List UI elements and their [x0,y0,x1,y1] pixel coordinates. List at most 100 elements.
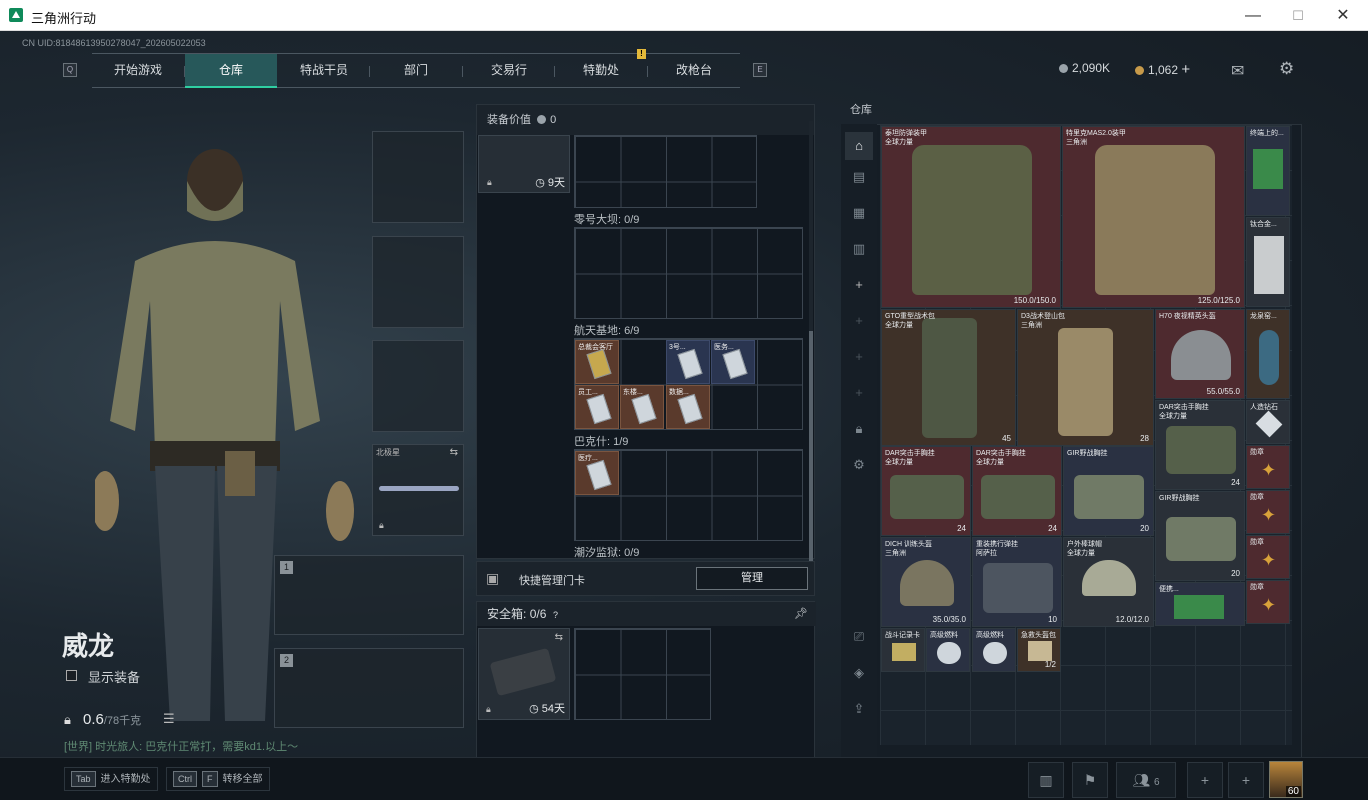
player-avatar[interactable]: 60 [1269,761,1303,798]
keycard-grid-1[interactable] [574,135,757,208]
warehouse-item[interactable]: D3战术登山包 三角洲 28 [1017,309,1154,446]
close-button[interactable]: ✕ [1320,0,1366,31]
keycard-case[interactable]: 🔒︎ ◷ 9天 [478,135,570,193]
keycard-item[interactable]: 医疗... [575,451,619,495]
warehouse-item[interactable]: DAR突击手胸挂 全球力量 24 [1155,400,1245,490]
tab-department[interactable]: 部门 [370,54,462,88]
show-equip-checkbox[interactable] [66,670,77,681]
warehouse-item[interactable]: 人造钻石 [1246,400,1290,444]
warehouse-item[interactable]: DAR突击手胸挂 全球力量 24 [972,446,1062,536]
add-tab-icon[interactable]: + [850,348,868,366]
warehouse-item[interactable]: DAR突击手胸挂 全球力量 24 [881,446,971,536]
tab-operators[interactable]: 特战干员 [278,54,370,88]
safe-box-item[interactable]: ⇆ 🔒︎ ◷ 54天 [478,628,570,720]
keycard-item[interactable]: 医务... [711,340,755,384]
primary-weapon-slot-2[interactable]: 2 [274,648,464,728]
warehouse-item[interactable]: DICH 训练头盔 三角洲 35.0/35.0 [881,537,971,627]
warehouse-item[interactable]: GTO重型战术包 全球力量 45 [881,309,1016,446]
warehouse-item[interactable]: 勋章 ✦ [1246,490,1290,534]
stats-icon[interactable]: ▥ [1028,762,1064,798]
invite-slot-1[interactable]: + [1187,762,1223,798]
warehouse-item[interactable]: 高级燃料 [972,628,1016,672]
flag-icon[interactable]: ⚑ [1072,762,1108,798]
lock-tab-icon[interactable]: 🔒︎ [850,420,868,438]
transfer-all-button[interactable]: Ctrl F 转移全部 [166,767,270,791]
next-tab-key: E [753,63,767,77]
swap-icon[interactable]: ⇆ [450,447,458,458]
warehouse-item[interactable]: 泰坦防弹装甲 全球力量 150.0/150.0 [881,126,1061,308]
extend-icon[interactable]: ⇪ [850,700,868,718]
warehouse-item[interactable]: 急救头盔包 1/2 [1017,628,1061,672]
warehouse-item[interactable]: 终端上的... [1246,126,1290,216]
list-icon[interactable]: ☰ [163,711,175,727]
keycard-item[interactable]: 东楼... [620,385,664,429]
safe-box-grid[interactable] [574,628,711,720]
armor-slot[interactable] [372,236,464,328]
warehouse-item[interactable]: 战斗记录卡 [881,628,925,672]
slot-lock-icon: 🔒︎ [379,520,384,530]
container-scrollbar[interactable] [809,121,813,561]
tab-gunsmith[interactable]: 改枪台 [648,54,740,88]
invite-slot-2[interactable]: + [1228,762,1264,798]
warehouse-item[interactable]: 勋章 ✦ [1246,445,1290,489]
warehouse-item[interactable]: 钛合金... [1246,217,1290,307]
keycard-item[interactable]: 3号... [666,340,710,384]
warehouse-item[interactable]: 高级燃料 [926,628,970,672]
warehouse-item[interactable]: 勋章 ✦ [1246,580,1290,624]
warehouse-item[interactable]: 重装携行弹挂 阿萨拉 10 [972,537,1062,627]
case-icon [489,647,557,697]
game-viewport: CN UID:8184861395027804​7_202605022053 Q… [0,31,1368,800]
warehouse-item[interactable]: GIR野战胸挂 20 [1063,446,1154,536]
operator-name: 威龙 [62,631,115,661]
storage-tab-icon[interactable]: ▥ [850,240,868,258]
layers-icon[interactable]: ◈ [850,664,868,682]
enter-special-ops-button[interactable]: Tab 进入特勤处 [64,767,158,791]
show-equip-label: 显示装备 [88,670,141,685]
keycard-item[interactable]: 数据... [666,385,710,429]
sort-icon[interactable]: ⎚ [850,628,868,646]
tab-start-game[interactable]: 开始游戏 [92,54,184,88]
add-tab-icon[interactable]: + [850,312,868,330]
settings-gear-icon[interactable]: ⚙ [1279,59,1294,79]
keycard-item[interactable]: 员工... [575,385,619,429]
friends-button[interactable]: 👥︎ 6 [1116,762,1176,798]
player-uid: CN UID:8184861395027804​7_202605022053 [22,38,206,48]
add-tab-icon[interactable]: + [850,384,868,402]
tab-settings-icon[interactable]: ⚙ [850,456,868,474]
warehouse-item[interactable]: 户外棒球帽 全球力量 12.0/12.0 [1063,537,1154,627]
storage-tab-icon[interactable]: ▤ [850,168,868,186]
quick-manage-label: 快捷管理门卡 [519,575,585,587]
mail-icon[interactable]: ✉ [1231,61,1244,81]
prev-tab-key: Q [63,63,77,77]
app-logo-icon [9,8,23,22]
maximize-button[interactable]: ☐ [1275,0,1321,31]
warehouse-home-icon[interactable]: ⌂ [845,132,873,160]
keycard-item[interactable]: 总裁会客厅 [575,340,619,384]
melee-slot[interactable]: 北极星 ⇆ 🔒︎ [372,444,464,536]
carry-weight: 0.6/78千克 [83,711,142,728]
topup-button[interactable]: + [1181,61,1190,78]
warehouse-item[interactable]: GIR野战胸挂 20 [1155,491,1245,581]
warehouse-item[interactable]: 便携... [1155,582,1245,626]
grid-label-dam: 零号大坝: 0/9 [574,214,640,226]
grid-label-space: 航天基地: 6/9 [574,325,640,337]
pistol-slot[interactable] [372,340,464,432]
warehouse-item[interactable]: 龙泉窑... [1246,309,1290,399]
warehouse-item[interactable]: 特里克MAS2.0装甲 三角洲 125.0/125.0 [1062,126,1245,308]
pin-icon[interactable]: 📌︎ [794,602,808,626]
warehouse-item[interactable]: H70 夜视精英头盔 55.0/55.0 [1155,309,1245,399]
keycard-grid-2[interactable] [574,227,803,319]
helmet-slot[interactable] [372,131,464,223]
add-tab-icon[interactable]: + [850,276,868,294]
armor-vest-icon [1095,145,1215,295]
manage-button[interactable]: 管理 [696,567,808,590]
tab-warehouse[interactable]: 仓库 [185,54,277,88]
minimize-button[interactable]: — [1230,0,1276,31]
tab-trading[interactable]: 交易行 [463,54,555,88]
warehouse-item[interactable]: 勋章 ✦ [1246,535,1290,579]
primary-weapon-slot-1[interactable]: 1 [274,555,464,635]
cap-icon [1082,560,1136,596]
case-timer: ◷ 9天 [535,177,565,189]
tab-special-ops[interactable]: 特勤处 [555,54,647,88]
storage-tab-icon[interactable]: ▦ [850,204,868,222]
